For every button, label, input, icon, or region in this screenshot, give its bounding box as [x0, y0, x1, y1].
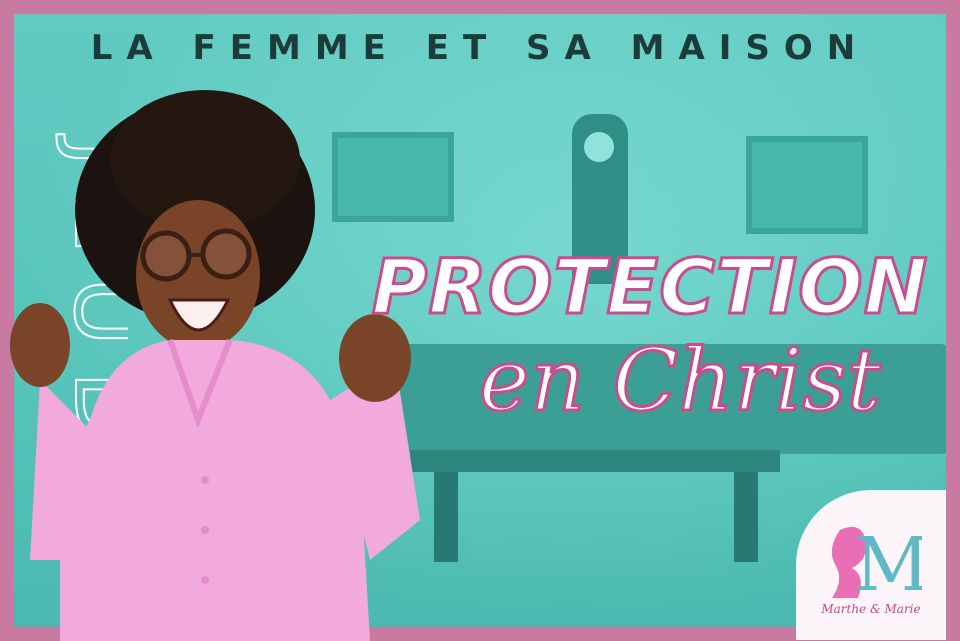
logo-text: Marthe & Marie [821, 602, 921, 616]
logo-mark: M [831, 522, 922, 600]
shirt-button [201, 526, 209, 534]
headline-line2: en Christ [479, 331, 882, 431]
glasses-left-lens [140, 230, 192, 282]
brand-logo: M Marthe & Marie [796, 490, 946, 640]
left-fist [10, 303, 70, 387]
headline-line1: PROTECTION [372, 242, 929, 331]
shirt-button [201, 576, 209, 584]
shirt-button [201, 476, 209, 484]
logo-letter: M [854, 522, 922, 600]
glasses-right-lens [200, 228, 252, 280]
headline: PROTECTION en Christ [370, 241, 929, 433]
